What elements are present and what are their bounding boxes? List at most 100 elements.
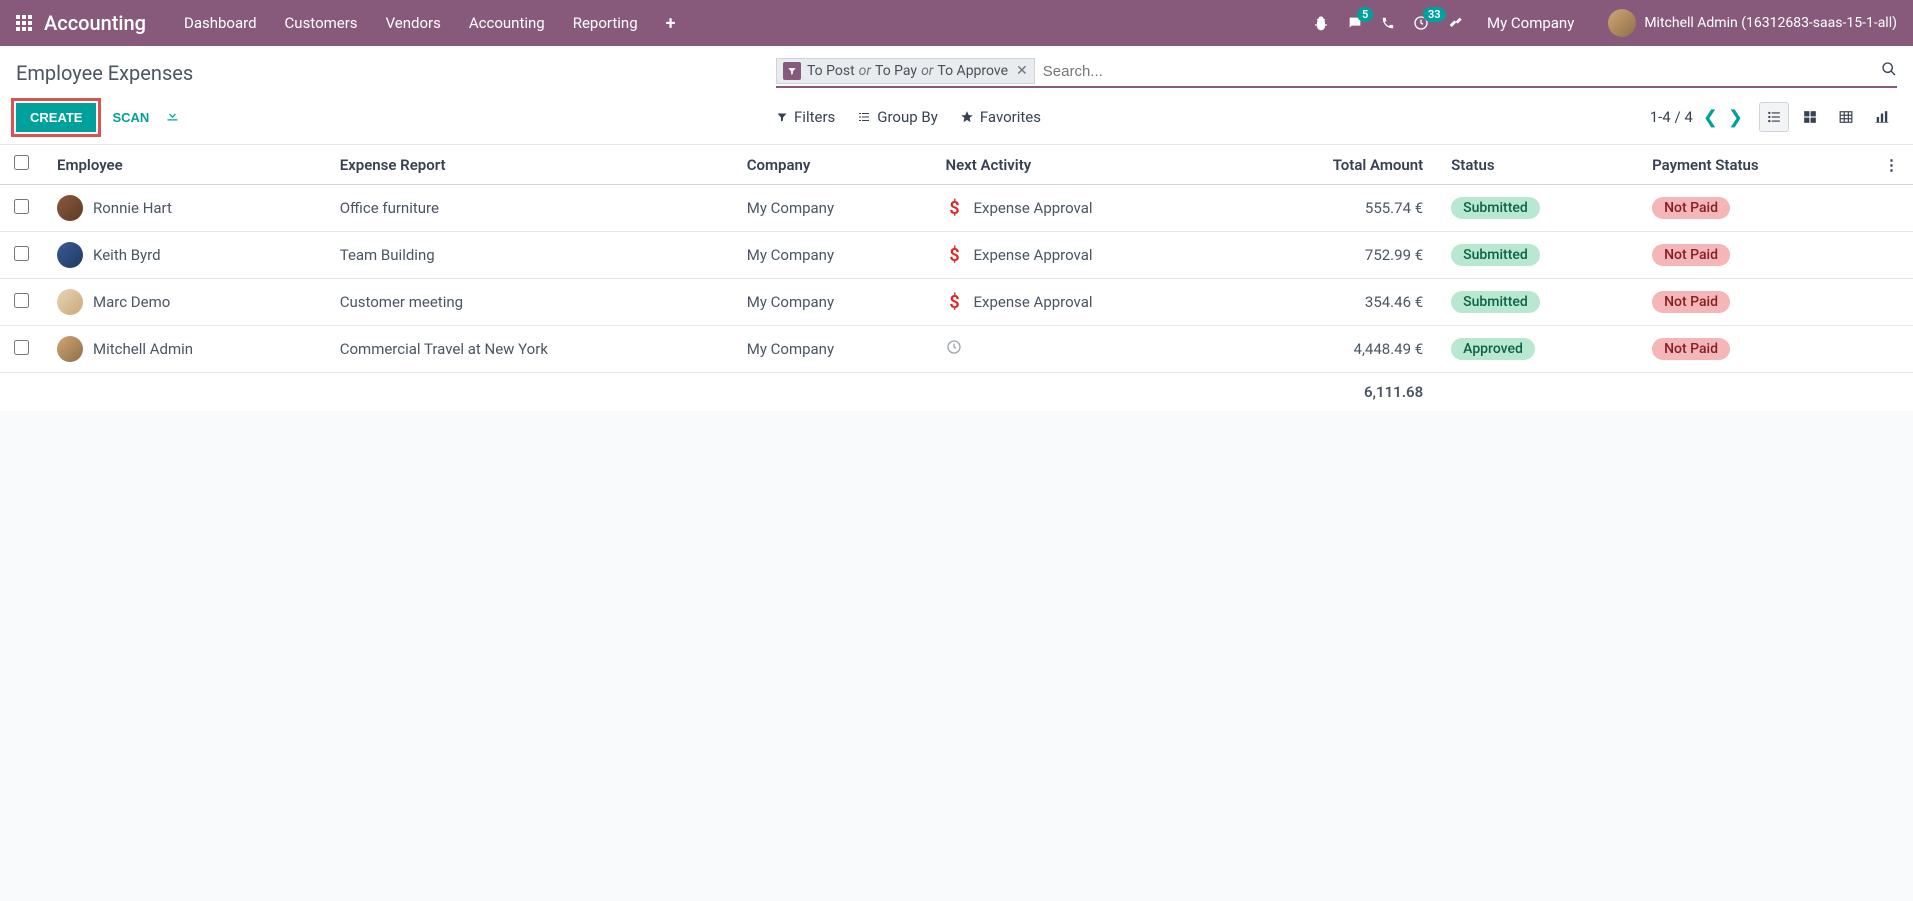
header-activity[interactable]: Next Activity <box>931 145 1233 185</box>
groupby-label: Group By <box>877 108 938 126</box>
amount-cell: 555.74 € <box>1233 185 1437 232</box>
payment-badge: Not Paid <box>1652 197 1730 219</box>
header-employee[interactable]: Employee <box>43 145 326 185</box>
total-row: 6,111.68 <box>0 373 1913 412</box>
filter-or-1: or <box>859 63 871 79</box>
tools-icon[interactable] <box>1447 15 1463 31</box>
bug-icon[interactable] <box>1313 15 1329 31</box>
expense-table: Employee Expense Report Company Next Act… <box>0 145 1913 411</box>
filters-label: Filters <box>794 108 835 126</box>
dollar-icon: $ <box>945 245 963 266</box>
header-payment[interactable]: Payment Status <box>1638 145 1870 185</box>
user-name: Mitchell Admin (16312683-saas-15-1-all) <box>1644 15 1897 31</box>
nav-dashboard[interactable]: Dashboard <box>184 14 257 32</box>
report-cell: Office furniture <box>326 185 733 232</box>
filters-button[interactable]: Filters <box>776 108 835 126</box>
payment-badge: Not Paid <box>1652 291 1730 313</box>
select-all-checkbox[interactable] <box>14 155 29 170</box>
status-badge: Submitted <box>1451 244 1540 266</box>
control-panel: Employee Expenses To Post or To Pay or T… <box>0 46 1913 145</box>
chat-icon[interactable]: 5 <box>1347 15 1363 31</box>
table-row[interactable]: Mitchell Admin Commercial Travel at New Y… <box>0 326 1913 373</box>
create-button[interactable]: CREATE <box>16 103 96 132</box>
view-graph-icon[interactable] <box>1867 102 1897 132</box>
filter-part-3: To Approve <box>937 63 1008 79</box>
employee-name: Keith Byrd <box>93 246 161 264</box>
total-amount: 6,111.68 <box>1233 373 1437 412</box>
filter-chip[interactable]: To Post or To Pay or To Approve ✕ <box>776 58 1035 84</box>
groupby-button[interactable]: Group By <box>857 108 938 126</box>
nav-accounting[interactable]: Accounting <box>469 14 545 32</box>
activity-text: Expense Approval <box>973 199 1092 217</box>
chat-badge: 5 <box>1357 7 1373 22</box>
dollar-icon: $ <box>945 198 963 219</box>
table-row[interactable]: Ronnie Hart Office furnitureMy Company $ Ex… <box>0 185 1913 232</box>
pager-prev-icon[interactable]: ❮ <box>1703 107 1718 128</box>
app-brand[interactable]: Accounting <box>44 11 146 35</box>
filter-remove-icon[interactable]: ✕ <box>1016 63 1028 79</box>
navbar-right: 5 33 My Company Mitchell Admin (16312683… <box>1313 9 1897 37</box>
nav-vendors[interactable]: Vendors <box>386 14 441 32</box>
header-amount[interactable]: Total Amount <box>1233 145 1437 185</box>
view-kanban-icon[interactable] <box>1795 102 1825 132</box>
pager-text[interactable]: 1-4 / 4 <box>1650 108 1693 126</box>
row-checkbox[interactable] <box>14 199 29 214</box>
table-row[interactable]: Marc DemoCustomer meetingMy Company$Expe… <box>0 279 1913 326</box>
top-navbar: Accounting Dashboard Customers Vendors A… <box>0 0 1913 46</box>
view-list-icon[interactable] <box>1759 102 1789 132</box>
activity-badge: 33 <box>1423 7 1446 22</box>
apps-icon[interactable] <box>16 15 32 31</box>
favorites-label: Favorites <box>980 108 1041 126</box>
clock-icon <box>945 339 963 360</box>
search-icon[interactable] <box>1881 61 1897 81</box>
company-cell: My Company <box>733 279 932 326</box>
filter-part-1: To Post <box>807 63 855 79</box>
dollar-icon: $ <box>945 292 963 313</box>
filter-icon <box>783 62 801 80</box>
table-row[interactable]: Keith Byrd Team BuildingMy Company $ Expens… <box>0 232 1913 279</box>
employee-avatar-icon <box>57 336 83 362</box>
view-pivot-icon[interactable] <box>1831 102 1861 132</box>
company-selector[interactable]: My Company <box>1487 14 1574 32</box>
header-company[interactable]: Company <box>733 145 932 185</box>
report-cell: Commercial Travel at New York <box>326 326 733 373</box>
scan-button[interactable]: SCAN <box>112 110 149 125</box>
activity-icon[interactable]: 33 <box>1413 15 1429 31</box>
search-input[interactable] <box>1035 59 1881 84</box>
report-cell: Customer meeting <box>326 279 733 326</box>
page-title: Employee Expenses <box>16 61 776 85</box>
favorites-button[interactable]: Favorites <box>960 108 1041 126</box>
row-checkbox[interactable] <box>14 340 29 355</box>
nav-reporting[interactable]: Reporting <box>573 14 638 32</box>
filter-or-2: or <box>921 63 933 79</box>
employee-avatar-icon <box>57 195 83 221</box>
header-status[interactable]: Status <box>1437 145 1638 185</box>
status-badge: Submitted <box>1451 291 1540 313</box>
employee-name: Mitchell Admin <box>93 340 193 358</box>
employee-name: Ronnie Hart <box>93 199 172 217</box>
phone-icon[interactable] <box>1381 16 1395 30</box>
filter-part-2: To Pay <box>875 63 917 79</box>
nav-add[interactable]: + <box>666 13 676 34</box>
row-checkbox[interactable] <box>14 246 29 261</box>
nav-customers[interactable]: Customers <box>285 14 358 32</box>
search-bar: To Post or To Pay or To Approve ✕ <box>776 58 1897 88</box>
view-switcher <box>1759 102 1897 132</box>
row-checkbox[interactable] <box>14 293 29 308</box>
employee-avatar-icon <box>57 242 83 268</box>
pager: 1-4 / 4 ❮ ❯ <box>1650 107 1743 128</box>
activity-text: Expense Approval <box>973 293 1092 311</box>
column-options-icon[interactable]: ⋮ <box>1884 156 1899 174</box>
user-avatar-icon <box>1608 9 1636 37</box>
report-cell: Team Building <box>326 232 733 279</box>
user-menu[interactable]: Mitchell Admin (16312683-saas-15-1-all) <box>1608 9 1897 37</box>
pager-next-icon[interactable]: ❯ <box>1728 107 1743 128</box>
header-report[interactable]: Expense Report <box>326 145 733 185</box>
activity-text: Expense Approval <box>973 246 1092 264</box>
amount-cell: 4,448.49 € <box>1233 326 1437 373</box>
company-cell: My Company <box>733 185 932 232</box>
company-cell: My Company <box>733 232 932 279</box>
download-icon[interactable] <box>165 108 180 127</box>
company-cell: My Company <box>733 326 932 373</box>
payment-badge: Not Paid <box>1652 244 1730 266</box>
